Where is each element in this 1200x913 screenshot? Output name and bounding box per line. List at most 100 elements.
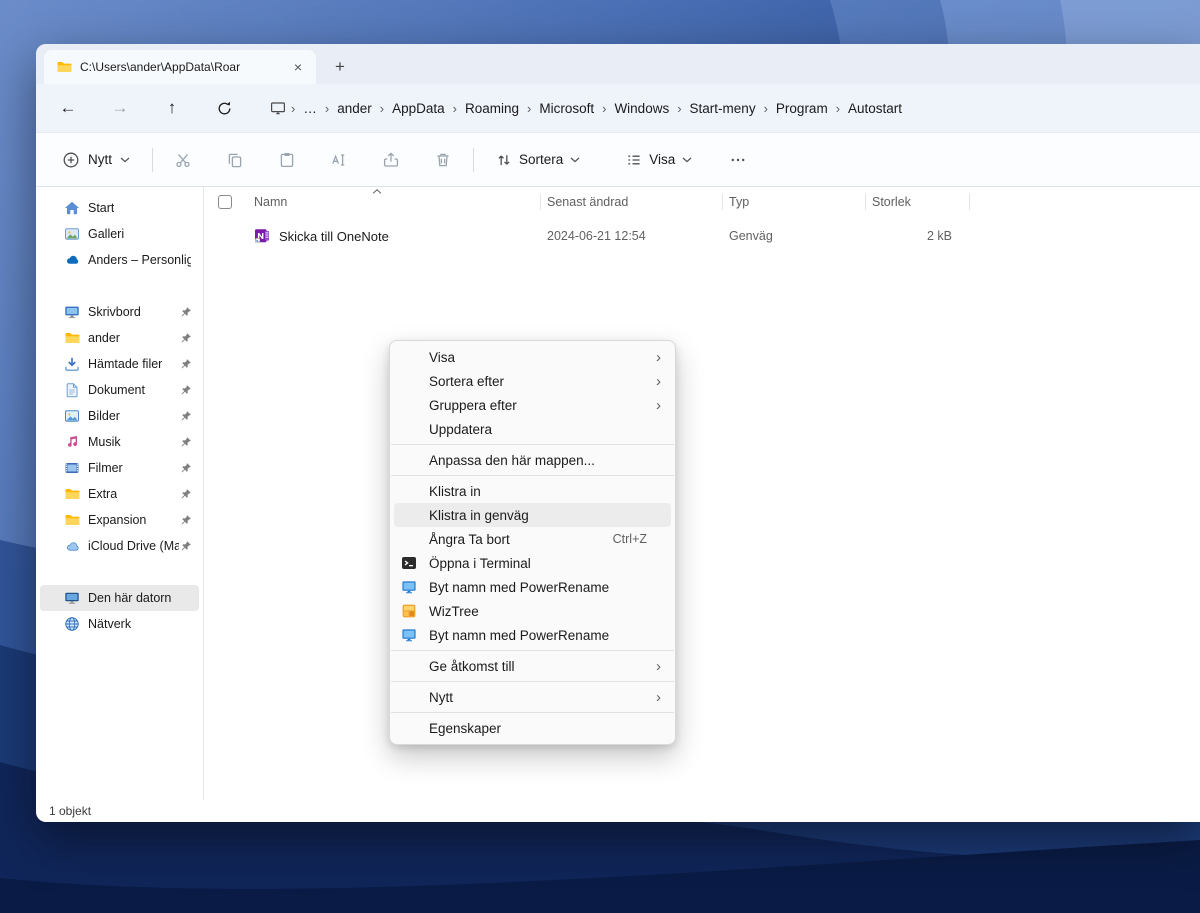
column-header-label: Typ — [729, 195, 750, 209]
pin-icon — [180, 462, 192, 474]
sidebar-item-start[interactable]: Start — [40, 195, 199, 221]
terminal-icon — [401, 555, 417, 571]
column-header-senast-andrad[interactable]: Senast ändrad — [541, 187, 723, 217]
menu-item-nytt[interactable]: Nytt › — [394, 685, 671, 709]
menu-item-klistra-in-genvag[interactable]: Klistra in genväg — [394, 503, 671, 527]
up-button[interactable]: ↑ — [154, 90, 190, 126]
menu-item-powerrename-1[interactable]: Byt namn med PowerRename — [394, 575, 671, 599]
menu-icon-slot — [401, 658, 417, 674]
select-all-checkbox[interactable] — [218, 187, 248, 217]
sidebar-item-onedrive-personal[interactable]: Anders – Personligt — [40, 247, 199, 273]
sidebar-item-den-har-datorn[interactable]: Den här datorn — [40, 585, 199, 611]
this-pc-icon[interactable] — [266, 100, 290, 116]
column-header-namn[interactable]: Namn — [248, 187, 541, 217]
pin-icon — [180, 332, 192, 344]
menu-icon-slot — [401, 349, 417, 365]
menu-item-angra-ta-bort[interactable]: Ångra Ta bort Ctrl+Z — [394, 527, 671, 551]
breadcrumb-separator: › — [677, 100, 682, 116]
column-header-label: Namn — [254, 195, 288, 209]
sidebar-item-hamtade-filer[interactable]: Hämtade filer — [40, 351, 199, 377]
delete-button[interactable] — [425, 142, 461, 178]
menu-separator — [391, 712, 674, 713]
new-button[interactable]: Nytt — [52, 143, 140, 177]
plus-circle-icon — [63, 152, 79, 167]
sidebar-item-ander[interactable]: ander — [40, 325, 199, 351]
file-row-skicka-till-onenote[interactable]: Skicka till OneNote 2024-06-21 12:54 Gen… — [204, 221, 1200, 251]
sidebar-item-label: Nätverk — [88, 617, 132, 631]
breadcrumb-ellipsis[interactable]: … — [296, 97, 324, 120]
paste-button[interactable] — [269, 142, 305, 178]
menu-item-sortera-efter[interactable]: Sortera efter › — [394, 369, 671, 393]
forward-button[interactable]: → — [102, 90, 138, 126]
sidebar-item-extra[interactable]: Extra — [40, 481, 199, 507]
menu-item-anpassa-mappen[interactable]: Anpassa den här mappen... — [394, 448, 671, 472]
file-list-area: Namn Senast ändrad Typ Storlek Skicka ti… — [204, 187, 1200, 800]
breadcrumb-item-autostart[interactable]: Autostart — [841, 97, 909, 120]
sidebar-item-filmer[interactable]: Filmer — [40, 455, 199, 481]
menu-item-label: Uppdatera — [429, 421, 493, 437]
desktop-icon — [64, 304, 80, 320]
breadcrumb-separator: › — [763, 100, 768, 116]
menu-item-klistra-in[interactable]: Klistra in — [394, 479, 671, 503]
sidebar: Start Galleri Anders – Personligt Skrivb… — [36, 187, 204, 800]
share-button[interactable] — [373, 142, 409, 178]
copy-button[interactable] — [217, 142, 253, 178]
view-dropdown[interactable]: Visa — [616, 144, 702, 176]
menu-item-ge-atkomst-till[interactable]: Ge åtkomst till › — [394, 654, 671, 678]
refresh-button[interactable] — [206, 90, 242, 126]
sidebar-item-natverk[interactable]: Nätverk — [40, 611, 199, 637]
column-headers: Namn Senast ändrad Typ Storlek — [204, 187, 1200, 217]
sidebar-item-musik[interactable]: Musik — [40, 429, 199, 455]
folder-icon — [64, 330, 80, 346]
breadcrumb-item-startmeny[interactable]: Start-meny — [683, 97, 763, 120]
toolbar-icons — [165, 142, 461, 178]
paste-icon — [280, 152, 294, 167]
pin-icon — [180, 358, 192, 370]
powerrename-icon — [401, 579, 417, 595]
sidebar-item-icloud-drive[interactable]: iCloud Drive (Mac — [40, 533, 199, 559]
menu-item-uppdatera[interactable]: Uppdatera — [394, 417, 671, 441]
breadcrumb-item-microsoft[interactable]: Microsoft — [532, 97, 601, 120]
chevron-down-icon — [682, 157, 692, 162]
rename-button[interactable] — [321, 142, 357, 178]
sidebar-item-bilder[interactable]: Bilder — [40, 403, 199, 429]
menu-separator — [391, 444, 674, 445]
sidebar-item-dokument[interactable]: Dokument — [40, 377, 199, 403]
sidebar-item-expansion[interactable]: Expansion — [40, 507, 199, 533]
menu-item-oppna-i-terminal[interactable]: Öppna i Terminal — [394, 551, 671, 575]
pin-icon — [180, 436, 192, 448]
breadcrumb-item-program[interactable]: Program — [769, 97, 835, 120]
menu-item-egenskaper[interactable]: Egenskaper — [394, 716, 671, 740]
column-header-typ[interactable]: Typ — [723, 187, 866, 217]
menu-item-wiztree[interactable]: WizTree — [394, 599, 671, 623]
navigation-bar: ← → ↑ › … › ander › AppData › Roaming › … — [36, 84, 1200, 132]
menu-item-label: Egenskaper — [429, 720, 502, 736]
breadcrumb-item-windows[interactable]: Windows — [607, 97, 676, 120]
menu-item-label: Öppna i Terminal — [429, 555, 531, 571]
tab-close-icon[interactable]: × — [288, 57, 308, 77]
submenu-arrow-icon: › — [656, 348, 661, 366]
new-tab-button[interactable]: + — [326, 53, 354, 81]
breadcrumb-item-appdata[interactable]: AppData — [385, 97, 452, 120]
back-button[interactable]: ← — [50, 90, 86, 126]
more-options-button[interactable] — [720, 142, 756, 178]
folder-icon — [64, 512, 80, 528]
menu-item-label: Klistra in genväg — [429, 507, 529, 523]
sidebar-item-skrivbord[interactable]: Skrivbord — [40, 299, 199, 325]
sidebar-item-galleri[interactable]: Galleri — [40, 221, 199, 247]
explorer-window: C:\Users\ander\AppData\Roar × + ← → ↑ › … — [36, 44, 1200, 822]
menu-item-powerrename-2[interactable]: Byt namn med PowerRename — [394, 623, 671, 647]
menu-item-shortcut: Ctrl+Z — [612, 532, 647, 546]
pin-icon — [180, 540, 192, 552]
menu-separator — [391, 650, 674, 651]
gallery-icon — [64, 226, 80, 242]
explorer-tab[interactable]: C:\Users\ander\AppData\Roar × — [44, 50, 316, 84]
breadcrumb-item-roaming[interactable]: Roaming — [458, 97, 526, 120]
file-modified-cell: 2024-06-21 12:54 — [547, 229, 646, 243]
breadcrumb-item-ander[interactable]: ander — [330, 97, 379, 120]
sort-dropdown[interactable]: Sortera — [486, 144, 590, 176]
column-header-storlek[interactable]: Storlek — [866, 187, 970, 217]
menu-item-gruppera-efter[interactable]: Gruppera efter › — [394, 393, 671, 417]
menu-item-visa[interactable]: Visa › — [394, 345, 671, 369]
cut-button[interactable] — [165, 142, 201, 178]
